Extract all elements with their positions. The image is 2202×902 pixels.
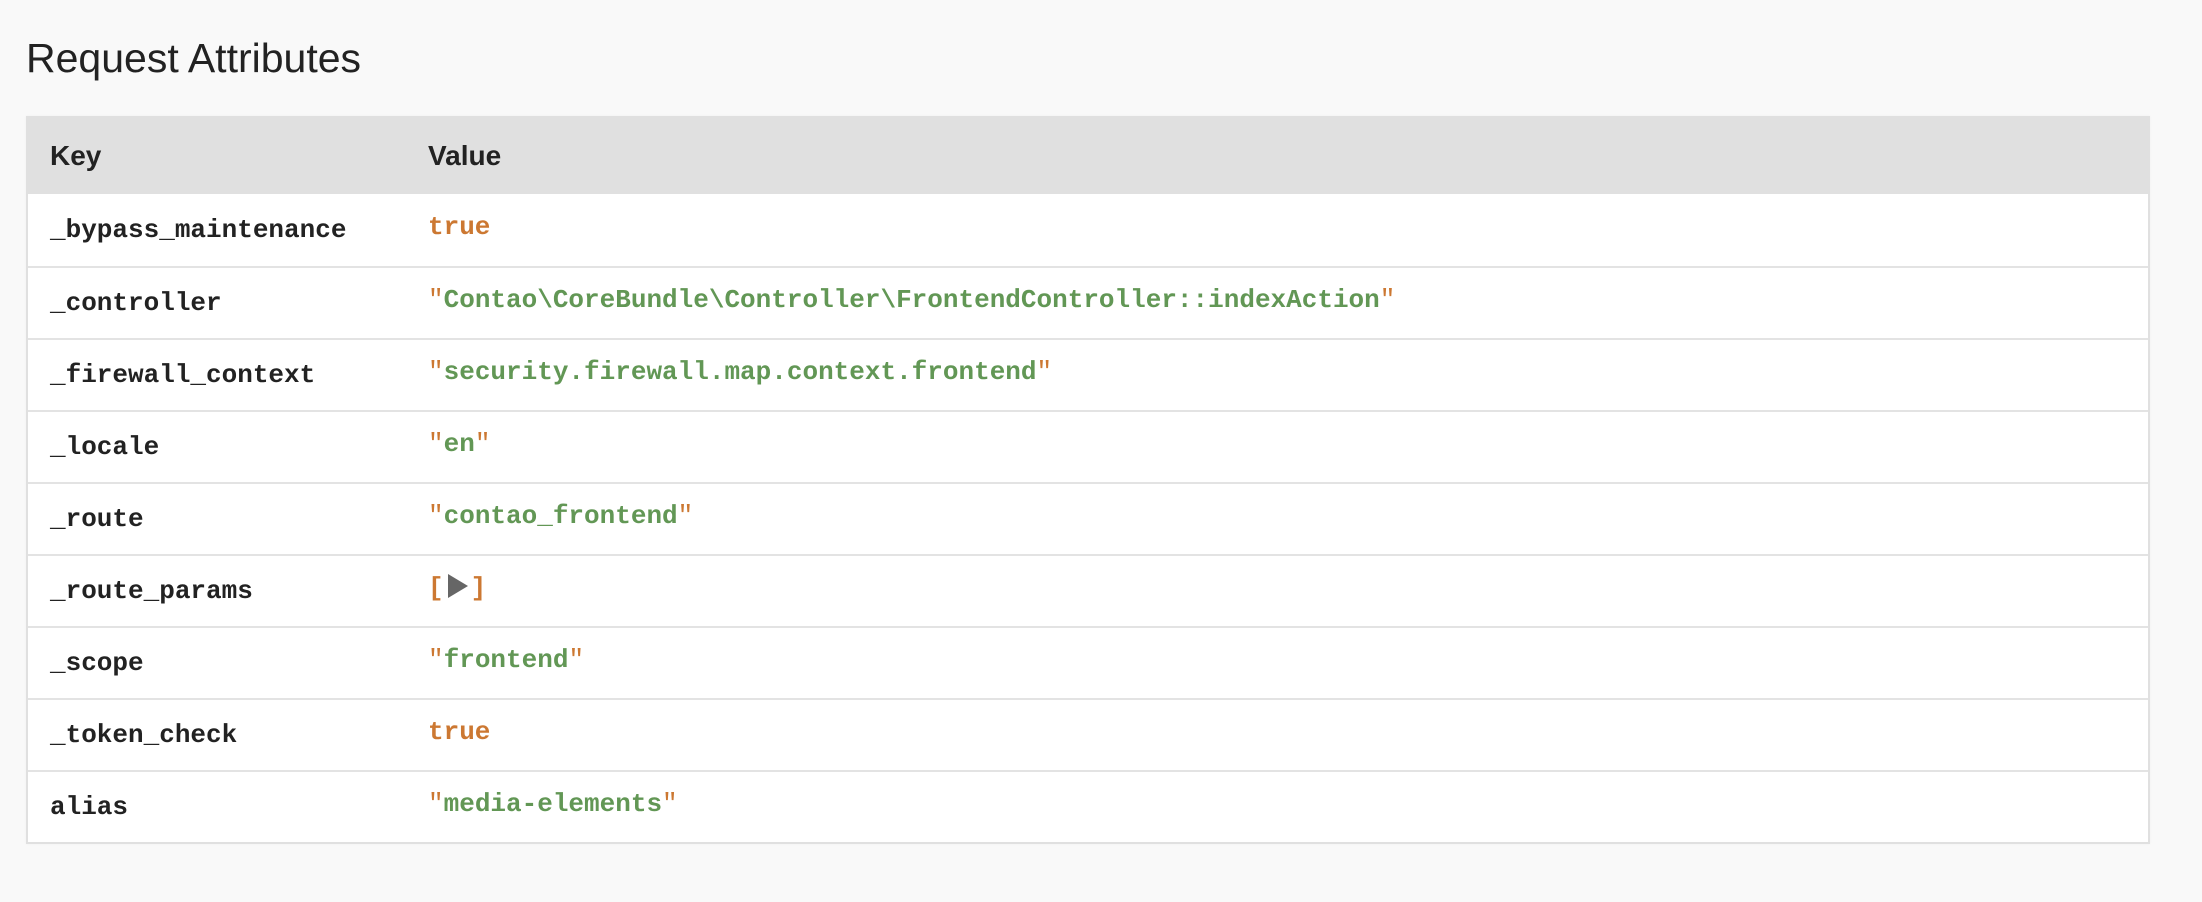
string-value: security.firewall.map.context.frontend xyxy=(443,357,1037,387)
table-row: _bypass_maintenance true xyxy=(28,194,2148,266)
attribute-value: "en" xyxy=(428,429,2148,459)
quote-close: " xyxy=(474,429,491,459)
attribute-value: "security.firewall.map.context.frontend" xyxy=(428,357,2148,387)
quote-open: " xyxy=(428,789,444,819)
string-value: media-elements xyxy=(443,789,663,819)
quote-open: " xyxy=(428,429,444,459)
attribute-key: _route xyxy=(50,504,144,534)
quote-open: " xyxy=(428,285,444,315)
string-value: en xyxy=(443,429,475,459)
attribute-value: true xyxy=(428,212,491,242)
quote-close: " xyxy=(1036,357,1053,387)
header-key: Key xyxy=(50,140,102,171)
attribute-key: _controller xyxy=(50,288,222,318)
table-row: _scope "frontend" xyxy=(28,626,2148,698)
string-value: frontend xyxy=(443,645,569,675)
quote-open: " xyxy=(428,501,444,531)
quote-close: " xyxy=(1379,285,1396,315)
quote-close: " xyxy=(568,645,585,675)
quote-open: " xyxy=(428,357,444,387)
quote-close: " xyxy=(662,789,678,819)
array-close-bracket: ] xyxy=(470,573,487,603)
table-row: _route_params [] xyxy=(28,554,2148,626)
attribute-value: "Contao\CoreBundle\Controller\FrontendCo… xyxy=(428,285,2148,315)
attribute-key: _locale xyxy=(50,432,160,462)
string-value: Contao\CoreBundle\Controller\FrontendCon… xyxy=(443,285,1380,315)
attribute-key: _scope xyxy=(50,648,144,678)
attribute-value: [] xyxy=(428,573,2148,603)
attribute-key: _firewall_context xyxy=(50,360,316,390)
table-row: _controller "Contao\CoreBundle\Controlle… xyxy=(28,266,2148,338)
quote-open: " xyxy=(428,645,444,675)
attribute-value: "contao_frontend" xyxy=(428,501,2148,531)
header-value: Value xyxy=(428,140,502,171)
attribute-value: "media-elements" xyxy=(428,789,2148,819)
attribute-value: "frontend" xyxy=(428,645,2148,675)
table-row: _firewall_context "security.firewall.map… xyxy=(28,338,2148,410)
table-row: _route "contao_frontend" xyxy=(28,482,2148,554)
table-row: _locale "en" xyxy=(28,410,2148,482)
table-row: alias "media-elements" xyxy=(28,770,2148,842)
quote-close: " xyxy=(677,501,694,531)
attribute-value: true xyxy=(428,717,491,747)
table-row: _token_check true xyxy=(28,698,2148,770)
array-open-bracket: [ xyxy=(428,573,444,603)
play-triangle-icon[interactable] xyxy=(447,574,468,598)
table-body: _bypass_maintenance true _controller "Co… xyxy=(28,194,2148,842)
request-attributes-table: Key Value _bypass_maintenance true _cont… xyxy=(26,116,2150,844)
attribute-key: _bypass_maintenance xyxy=(50,215,347,245)
table-header: Key Value xyxy=(28,118,2148,194)
attribute-key: alias xyxy=(50,792,129,822)
attribute-key: _route_params xyxy=(50,576,253,606)
page-title: Request Attributes xyxy=(26,35,362,81)
string-value: contao_frontend xyxy=(443,501,678,531)
attribute-key: _token_check xyxy=(50,720,238,750)
